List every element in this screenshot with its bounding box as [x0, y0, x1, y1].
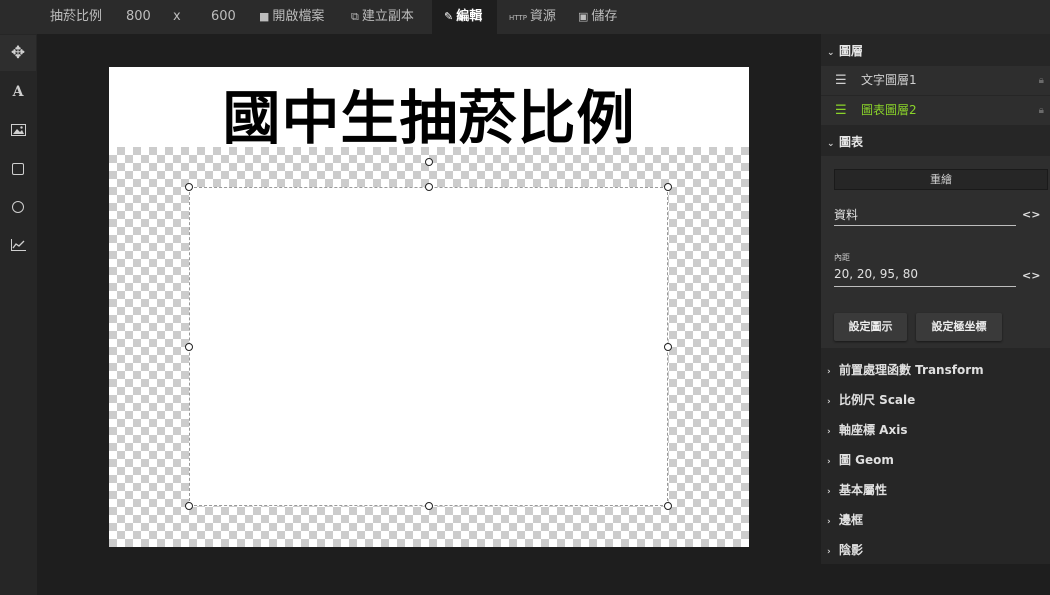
- resize-handle-top-right[interactable]: [664, 183, 672, 191]
- save-label: 儲存: [591, 9, 618, 24]
- drag-handle-icon[interactable]: ☰: [835, 66, 847, 95]
- top-toolbar: 抽菸比例 800 x 600 ■ 開啟檔案 ⧉ 建立副本 ✎ 編輯 HTTP 資源 ▣ 儲…: [0, 0, 1050, 34]
- section-axis[interactable]: › 軸座標 Axis: [821, 415, 1050, 445]
- tab-resources[interactable]: HTTP 資源: [509, 0, 556, 34]
- resize-handle-bottom[interactable]: [425, 502, 433, 510]
- chevron-right-icon: ›: [827, 367, 831, 377]
- floppy-icon: ▣: [578, 10, 589, 23]
- layer-name: 文字圖層1: [861, 73, 917, 87]
- resize-handle-bottom-left[interactable]: [185, 502, 193, 510]
- image-tool-icon: [10, 124, 26, 136]
- redraw-button[interactable]: 重繪: [834, 169, 1048, 190]
- http-icon: HTTP: [509, 14, 527, 22]
- move-tool[interactable]: ✥: [0, 35, 36, 71]
- chart-header[interactable]: ⌄ 圖表: [821, 127, 1050, 157]
- chevron-right-icon: ›: [827, 517, 831, 527]
- panel-footer-space: [821, 564, 1050, 595]
- canvas-width-field[interactable]: 800: [126, 0, 151, 34]
- section-label: 陰影: [839, 543, 864, 557]
- section-shadow[interactable]: › 陰影: [821, 535, 1050, 565]
- section-scale[interactable]: › 比例尺 Scale: [821, 385, 1050, 415]
- folder-icon: ■: [259, 10, 270, 23]
- section-geom[interactable]: › 圖 Geom: [821, 445, 1050, 475]
- rotate-handle[interactable]: [425, 158, 433, 166]
- layers-header[interactable]: ⌄ 圖層: [821, 36, 1050, 66]
- circle-tool[interactable]: [0, 189, 36, 225]
- document-title[interactable]: 抽菸比例: [50, 0, 102, 34]
- move-icon: ✥: [10, 43, 26, 63]
- chevron-down-icon: ⌄: [827, 139, 835, 149]
- section-label: 比例尺 Scale: [839, 393, 916, 407]
- chevron-right-icon: ›: [827, 547, 831, 557]
- resize-handle-bottom-right[interactable]: [664, 502, 672, 510]
- section-transform[interactable]: › 前置處理函數 Transform: [821, 355, 1050, 385]
- chevron-right-icon: ›: [827, 487, 831, 497]
- duplicate-button[interactable]: ⧉ 建立副本: [351, 0, 414, 34]
- layer-item-chart[interactable]: ☰ 圖表圖層2 🔒︎: [821, 96, 1050, 125]
- tab-resources-label: 資源: [529, 9, 556, 24]
- left-toolbar: ✥ A: [0, 34, 37, 595]
- resize-handle-top[interactable]: [425, 183, 433, 191]
- tab-edit[interactable]: ✎ 編輯: [432, 0, 497, 34]
- text-tool[interactable]: A: [0, 74, 36, 110]
- layers-header-label: 圖層: [839, 44, 864, 58]
- open-file-label: 開啟檔案: [272, 9, 325, 24]
- canvas-title-text[interactable]: 國中生抽菸比例: [109, 71, 749, 155]
- tab-edit-label: 編輯: [456, 9, 483, 24]
- chevron-down-icon: ⌄: [827, 48, 835, 58]
- set-polar-button[interactable]: 設定極坐標: [916, 313, 1002, 341]
- rect-tool[interactable]: [0, 151, 36, 187]
- data-field[interactable]: 資料: [834, 206, 1016, 226]
- lock-icon[interactable]: 🔒︎: [1039, 96, 1044, 125]
- duplicate-label: 建立副本: [361, 9, 414, 24]
- chevron-right-icon: ›: [827, 457, 831, 467]
- chart-tool-icon: [10, 239, 26, 251]
- section-border[interactable]: › 邊框: [821, 505, 1050, 535]
- section-label: 圖 Geom: [839, 453, 894, 467]
- lock-icon[interactable]: 🔒︎: [1039, 66, 1044, 95]
- padding-field[interactable]: 20, 20, 95, 80: [834, 267, 1016, 287]
- save-button[interactable]: ▣ 儲存: [578, 0, 617, 34]
- pencil-icon: ✎: [444, 10, 454, 23]
- section-basic-attributes[interactable]: › 基本屬性: [821, 475, 1050, 505]
- code-icon[interactable]: <>: [1022, 269, 1040, 282]
- padding-label: 內距: [834, 253, 850, 262]
- resize-handle-right[interactable]: [664, 343, 672, 351]
- section-label: 軸座標 Axis: [839, 423, 908, 437]
- chevron-right-icon: ›: [827, 397, 831, 407]
- chart-plot-area[interactable]: [189, 187, 668, 506]
- circle-tool-icon: [12, 201, 24, 213]
- resize-handle-top-left[interactable]: [185, 183, 193, 191]
- rect-tool-icon: [12, 163, 24, 175]
- code-icon[interactable]: <>: [1022, 208, 1040, 221]
- properties-panel: ⌄ 圖層 ☰ 文字圖層1 🔒︎ ☰ 圖表圖層2 🔒︎ ⌄ 圖表 重繪 資料 <> 內…: [821, 34, 1050, 595]
- section-label: 基本屬性: [839, 483, 888, 497]
- copy-icon: ⧉: [351, 10, 359, 23]
- set-legend-button[interactable]: 設定圖示: [834, 313, 907, 341]
- image-tool[interactable]: [0, 112, 36, 148]
- section-label: 前置處理函數 Transform: [839, 363, 984, 377]
- canvas-page[interactable]: 國中生抽菸比例: [109, 67, 749, 547]
- drag-handle-icon[interactable]: ☰: [835, 96, 847, 125]
- resize-handle-left[interactable]: [185, 343, 193, 351]
- section-label: 邊框: [839, 513, 864, 527]
- chart-header-label: 圖表: [839, 135, 864, 149]
- layer-item-text[interactable]: ☰ 文字圖層1 🔒︎: [821, 66, 1050, 95]
- text-tool-icon: A: [12, 84, 24, 100]
- canvas-height-field[interactable]: 600: [211, 0, 236, 34]
- chevron-right-icon: ›: [827, 427, 831, 437]
- open-file-button[interactable]: ■ 開啟檔案: [259, 0, 324, 34]
- layer-name: 圖表圖層2: [861, 103, 917, 117]
- size-separator: x: [173, 9, 181, 24]
- chart-tool[interactable]: [0, 227, 36, 263]
